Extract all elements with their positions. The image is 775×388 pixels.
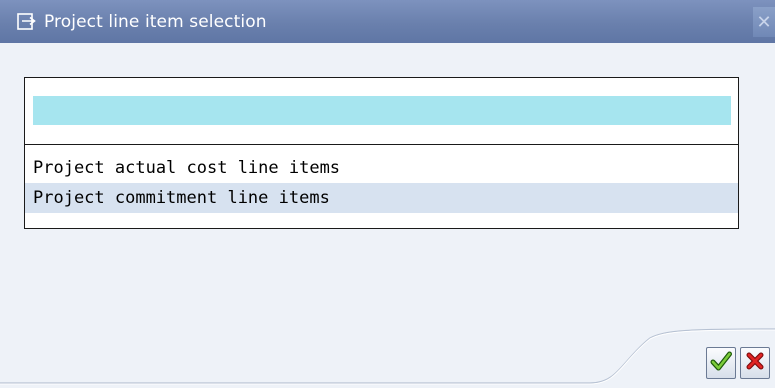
title-bar: Project line item selection ✕ [0, 0, 775, 43]
list-separator [25, 144, 738, 145]
line-item-list: Project actual cost line items Project c… [24, 77, 739, 229]
close-icon: ✕ [756, 11, 772, 33]
close-button[interactable]: ✕ [753, 7, 775, 37]
checkmark-icon [710, 350, 732, 376]
list-item-actual-cost[interactable]: Project actual cost line items [25, 153, 738, 183]
window-title: Project line item selection [44, 11, 267, 32]
list-item-commitment[interactable]: Project commitment line items [25, 183, 738, 213]
window-icon [16, 11, 38, 33]
cancel-x-icon [744, 350, 766, 376]
list-header-bar [33, 96, 731, 125]
cancel-button[interactable] [740, 347, 770, 379]
confirm-button[interactable] [706, 347, 736, 379]
